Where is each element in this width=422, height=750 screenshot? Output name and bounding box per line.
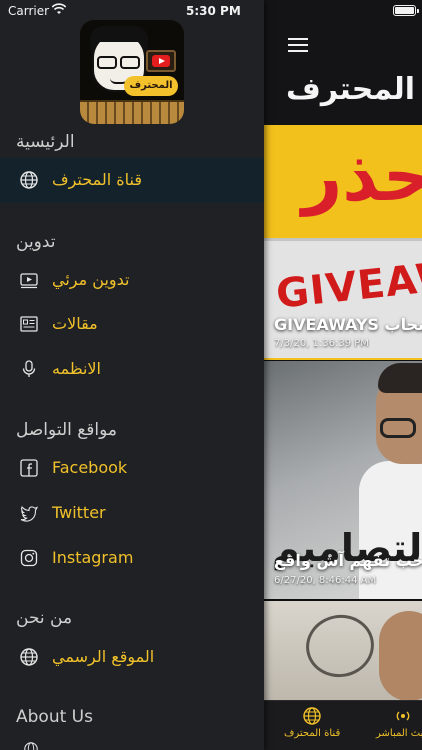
main-content: المحترف حذر GIVEAWAYS GIVEAWAYS سحاب 7/3… [264,0,422,750]
feed-item-3[interactable] [264,601,422,701]
menu-item-official-site[interactable]: الموقع الرسمي [0,635,264,680]
menu-item-systems[interactable]: الانظمه [0,347,264,392]
menu-hamburger-icon[interactable] [288,38,308,52]
battery-tip [417,9,419,13]
menu-item-label: Instagram [52,548,134,567]
tab-label: البث المباشر [376,728,422,739]
status-bar: Carrier 5:30 PM [0,0,422,22]
page-title: المحترف [286,72,416,107]
menu-item-label: الموقع الرسمي [52,647,155,666]
menu-item-label: مقالات [52,314,98,333]
facebook-icon [20,459,38,477]
tab-label: قناة المحترف [284,728,341,739]
thumbnail-glasses [380,418,416,438]
newspaper-icon [20,316,38,332]
menu-item-label: Facebook [52,458,128,477]
tab-channel[interactable]: قناة المحترف [284,707,340,739]
menu-item-label: قناة المحترف [52,170,142,189]
feed-item-title: GIVEAWAYS سحاب [274,315,422,334]
thumbnail-logo [301,609,379,683]
menu-item-twitter[interactable]: Twitter [0,491,264,536]
feed-item-date: 7/3/20, 1:36:39 PM [274,338,369,349]
logo-badge: المحترف [124,76,178,96]
section-title-home: الرئيسية [16,132,75,152]
wifi-icon [51,3,67,14]
thumbnail-text: حذر [302,135,422,217]
battery-icon [393,5,416,16]
menu-item-label: الانظمه [52,359,101,378]
feed-item-1[interactable]: حذر GIVEAWAYS GIVEAWAYS سحاب 7/3/20, 1:3… [264,125,422,360]
feed-item-date: 6/27/20, 8:46:44 AM [274,575,377,586]
globe-icon [303,707,321,725]
app-logo: المحترف [80,20,184,124]
feed-item-title: أحب تفهم آش واقع [274,551,422,570]
menu-item-facebook[interactable]: Facebook [0,446,264,491]
section-title-about-us: About Us [16,707,93,727]
broadcast-icon [396,711,410,721]
menu-item-channel[interactable]: قناة المحترف [0,158,264,203]
menu-item-articles[interactable]: مقالات [0,302,264,347]
clock: 5:30 PM [186,4,241,18]
youtube-icon [152,55,170,67]
twitter-icon [20,505,38,522]
carrier-label: Carrier [8,4,50,18]
cartoon-fringe [90,26,148,42]
side-drawer: المحترف الرئيسية قناة المحترف تدوين تدوي… [0,0,264,750]
microphone-icon [22,360,36,377]
section-title-social: مواقع التواصل [16,420,118,440]
thumbnail-person-head [379,611,422,701]
tab-bar: قناة المحترف البث المباشر [264,700,422,750]
video-icon [20,273,38,289]
feed-item-2[interactable]: التصاميم أحب تفهم آش واقع 6/27/20, 8:46:… [264,361,422,599]
globe-icon [20,171,38,189]
menu-item-label: Twitter [52,503,106,522]
menu-item-video-blog[interactable]: تدوين مرئي [0,258,264,303]
globe-icon [24,742,38,750]
menu-item-label: تدوين مرئي [52,270,130,289]
section-title-blogging: تدوين [16,232,56,252]
cartoon-glasses-left [97,56,117,69]
instagram-icon [20,549,38,567]
globe-icon [20,648,38,666]
keyboard-graphic [80,100,184,124]
tab-live[interactable]: البث المباشر [376,707,422,739]
menu-item-instagram[interactable]: Instagram [0,536,264,581]
section-title-about-ar: من نحن [16,608,73,628]
cartoon-glasses-right [120,56,140,69]
thumbnail-person-hair [378,363,422,393]
